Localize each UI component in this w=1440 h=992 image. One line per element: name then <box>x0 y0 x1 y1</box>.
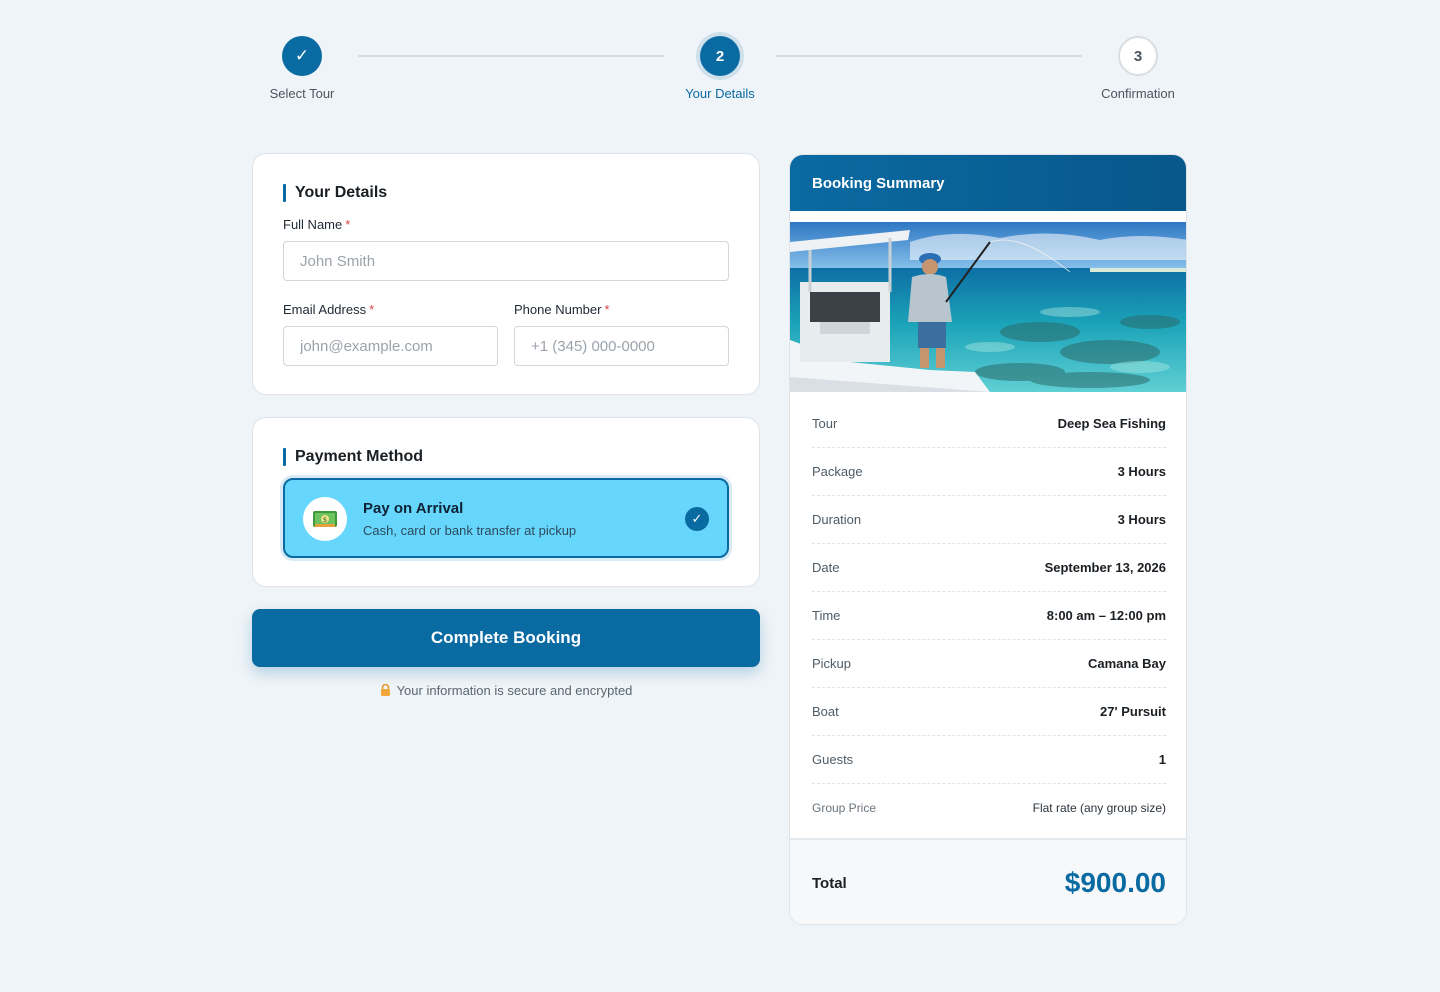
summary-value: 3 Hours <box>1117 512 1166 527</box>
details-card: Your Details Full Name* Email Address* P… <box>252 153 760 395</box>
summary-details-list: Tour Deep Sea Fishing Package 3 Hours Du… <box>812 400 1166 831</box>
booking-summary: Booking Summary Tour Deep Sea Fishing Pa… <box>789 154 1187 925</box>
full-name-label: Full Name * <box>283 217 351 232</box>
details-title: Your Details <box>283 184 387 202</box>
summary-row-pickup: Pickup Camana Bay <box>812 640 1166 688</box>
summary-value: September 13, 2026 <box>1044 560 1166 575</box>
payment-option-subtitle: Cash, card or bank transfer at pickup <box>363 523 577 538</box>
cash-icon: $ <box>303 497 347 541</box>
payment-card: Payment Method $ Pay on Arrival Cash, ca… <box>252 417 760 587</box>
total-label: Total <box>812 874 847 892</box>
summary-key: Boat <box>812 704 839 719</box>
stepper-connector <box>358 55 664 57</box>
email-input[interactable] <box>283 326 498 366</box>
summary-row-group-price: Group Price Flat rate (any group size) <box>812 784 1166 831</box>
selected-check-icon: ✓ <box>685 507 709 531</box>
summary-row-duration: Duration 3 Hours <box>812 496 1166 544</box>
step-select-tour[interactable]: ✓ Select Tour <box>232 36 372 101</box>
required-mark: * <box>369 302 375 317</box>
summary-key: Group Price <box>812 800 877 815</box>
total-bar: Total $900.00 <box>790 838 1186 924</box>
payment-title: Payment Method <box>283 448 423 466</box>
summary-key: Duration <box>812 512 862 527</box>
secure-note-text: Your information is secure and encrypted <box>396 683 633 698</box>
summary-value: 1 <box>1158 752 1166 767</box>
step-label: Confirmation <box>1101 86 1175 101</box>
summary-row-package: Package 3 Hours <box>812 448 1166 496</box>
required-mark: * <box>604 302 610 317</box>
summary-key: Tour <box>812 416 838 431</box>
summary-value: 27' Pursuit <box>1100 704 1166 719</box>
stepper-connector <box>776 55 1082 57</box>
summary-key: Guests <box>812 752 854 767</box>
secure-note: Your information is secure and encrypted <box>252 683 760 699</box>
step-your-details: 2 Your Details <box>650 36 790 101</box>
svg-text:$: $ <box>323 516 327 524</box>
payment-option-title: Pay on Arrival <box>363 500 464 517</box>
summary-value: Flat rate (any group size) <box>1032 800 1166 815</box>
summary-key: Pickup <box>812 656 852 671</box>
required-mark: * <box>345 217 351 232</box>
summary-title: Booking Summary <box>790 155 1186 211</box>
summary-key: Date <box>812 560 840 575</box>
complete-booking-button[interactable]: Complete Booking <box>252 609 760 667</box>
step-number: 2 <box>700 36 740 76</box>
check-icon: ✓ <box>282 36 322 76</box>
step-label: Your Details <box>685 86 755 101</box>
full-name-input[interactable] <box>283 241 729 281</box>
email-label: Email Address * <box>283 302 375 317</box>
summary-key: Package <box>812 464 863 479</box>
summary-value: 8:00 am – 12:00 pm <box>1046 608 1166 623</box>
progress-stepper: ✓ Select Tour 2 Your Details 3 Confirmat… <box>0 0 1440 120</box>
summary-row-guests: Guests 1 <box>812 736 1166 784</box>
summary-row-date: Date September 13, 2026 <box>812 544 1166 592</box>
summary-row-tour: Tour Deep Sea Fishing <box>812 400 1166 448</box>
summary-value: 3 Hours <box>1117 464 1166 479</box>
step-number: 3 <box>1118 36 1158 76</box>
phone-input[interactable] <box>514 326 729 366</box>
step-label: Select Tour <box>269 86 335 101</box>
pay-on-arrival-option[interactable]: $ Pay on Arrival Cash, card or bank tran… <box>283 478 729 558</box>
phone-label: Phone Number * <box>514 302 610 317</box>
step-confirmation: 3 Confirmation <box>1068 36 1208 101</box>
summary-value: Camana Bay <box>1087 656 1166 671</box>
total-price: $900.00 <box>1064 867 1166 898</box>
summary-key: Time <box>812 608 841 623</box>
lock-icon <box>380 683 391 699</box>
summary-row-time: Time 8:00 am – 12:00 pm <box>812 592 1166 640</box>
fishing-boat-photo <box>790 222 1186 392</box>
summary-value: Deep Sea Fishing <box>1057 416 1166 431</box>
summary-row-boat: Boat 27' Pursuit <box>812 688 1166 736</box>
